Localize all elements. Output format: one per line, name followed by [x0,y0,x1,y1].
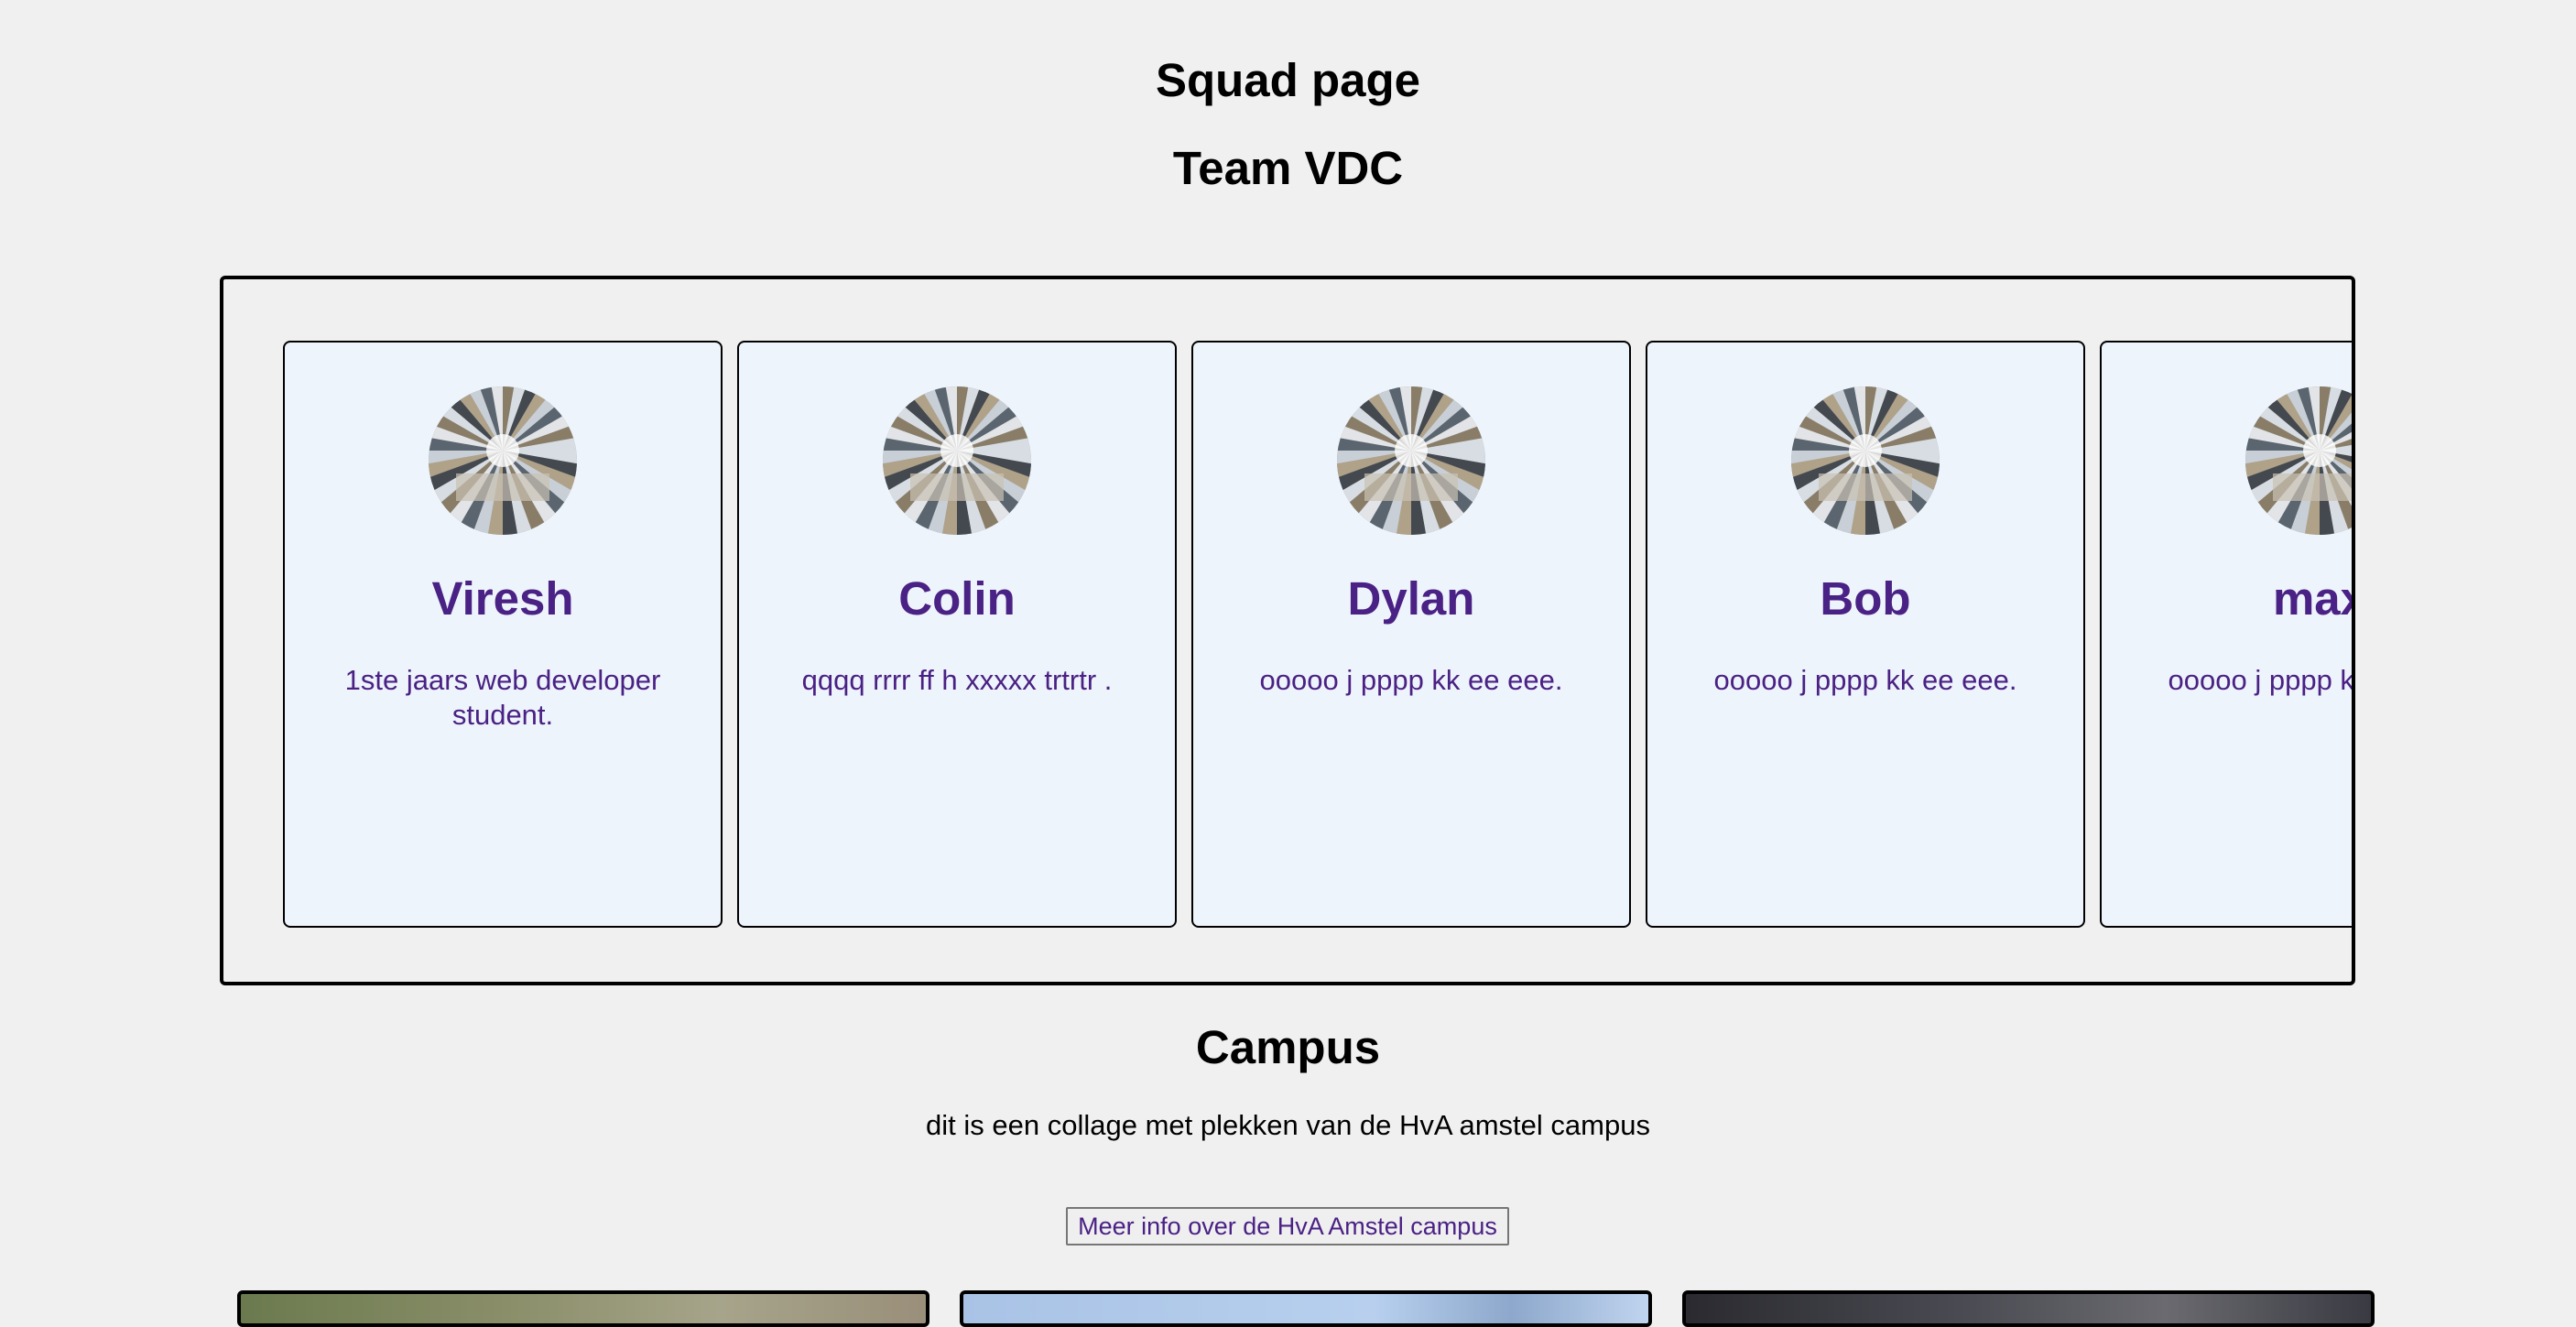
avatar [1337,386,1485,535]
member-name: Viresh [431,572,574,625]
member-description: ooooo j pppp kk ee eee. [1713,664,2017,696]
member-card-max[interactable]: max ooooo j pppp kk ee eee. [2100,341,2354,928]
member-name: max [2272,572,2352,625]
collage-image [237,1290,929,1327]
member-description: ooooo j pppp kk ee eee. [1259,664,1563,696]
member-carousel[interactable]: Viresh 1ste jaars web developer student.… [220,276,2355,985]
member-name: Bob [1820,572,1911,625]
avatar [1791,386,1940,535]
member-card-bob[interactable]: Bob ooooo j pppp kk ee eee. [1646,341,2085,928]
member-card-colin[interactable]: Colin qqqq rrrr ff h xxxxx trtrtr . [737,341,1177,928]
collage-image [1682,1290,2375,1327]
campus-info-button[interactable]: Meer info over de HvA Amstel campus [1066,1207,1509,1245]
member-card-viresh[interactable]: Viresh 1ste jaars web developer student. [283,341,723,928]
campus-title: Campus [1195,1021,1381,1073]
member-description: 1ste jaars web developer student. [344,664,661,731]
page-title: Squad page [1155,54,1421,106]
avatar [429,386,577,535]
member-name: Dylan [1347,572,1475,625]
member-description: ooooo j pppp kk ee eee. [2168,664,2354,696]
member-description: qqqq rrrr ff h xxxxx trtrtr . [801,664,1113,696]
member-name: Colin [898,572,1016,625]
avatar [2245,386,2352,535]
collage-image [960,1290,1652,1327]
avatar [883,386,1031,535]
campus-description: dit is een collage met plekken van de Hv… [926,1109,1650,1141]
team-title: Team VDC [1172,142,1404,194]
member-card-dylan[interactable]: Dylan ooooo j pppp kk ee eee. [1191,341,1631,928]
